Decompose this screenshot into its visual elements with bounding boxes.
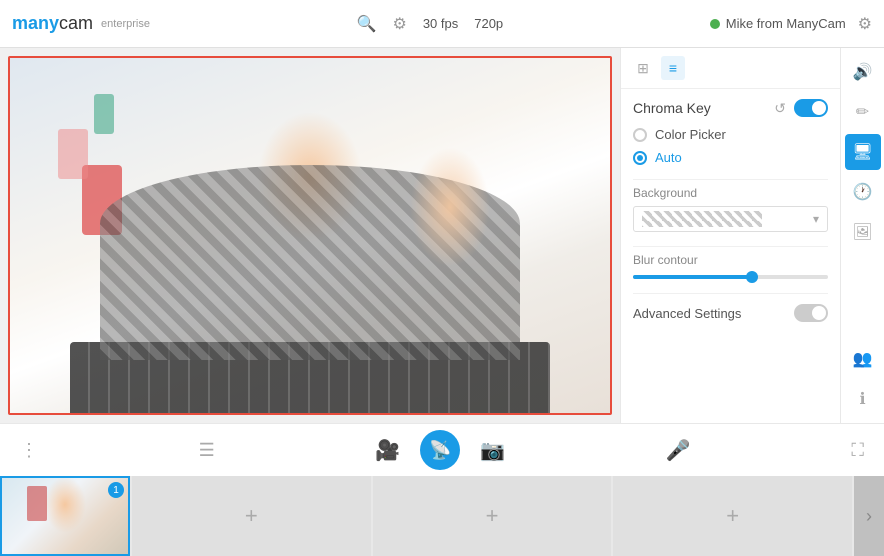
video-preview [8, 56, 612, 415]
blur-slider-track[interactable] [633, 275, 828, 279]
ctrl-center: 🎥 📡 📷 [375, 430, 505, 470]
sidebar-volume-icon[interactable]: 🔊 [845, 54, 881, 90]
panel-grid-icons: ⊞ ≡ [631, 56, 685, 80]
advanced-label: Advanced Settings [633, 306, 741, 321]
color-picker-radio[interactable] [633, 128, 647, 142]
blur-slider-fill [633, 275, 750, 279]
radio-group: Color Picker Auto [633, 127, 828, 165]
advanced-section: Advanced Settings [633, 300, 828, 322]
color-picker-option[interactable]: Color Picker [633, 127, 828, 142]
list-icon[interactable]: ☰ [199, 440, 215, 461]
main-area: ⊞ ≡ Chroma Key ↺ Color Picker [0, 48, 884, 423]
background-selector[interactable]: ▾ [633, 206, 828, 232]
right-sidebar: 🔊 ✏ 🖥 🕐 🖼 👥 ℹ [840, 48, 884, 423]
menu-icon[interactable]: ⋮ [20, 440, 38, 461]
background-section: Background ▾ [633, 186, 828, 232]
source-add-2[interactable]: + [373, 476, 612, 556]
chroma-controls: ↺ [774, 99, 828, 117]
topbar-center: 🔍 ⚙ 30 fps 720p [357, 14, 504, 34]
source-add-1[interactable]: + [132, 476, 371, 556]
panel-list-icon[interactable]: ≡ [661, 56, 685, 80]
topbar-right: Mike from ManyCam ⚙ [710, 14, 872, 34]
chroma-title: Chroma Key [633, 100, 711, 116]
expand-button[interactable]: ⛶ [851, 440, 864, 461]
background-checker [642, 211, 762, 227]
logo-enterprise: enterprise [101, 18, 150, 30]
source-strip: 1 + + + › [0, 476, 884, 556]
source-add-3[interactable]: + [613, 476, 852, 556]
source-badge-1: 1 [108, 482, 124, 498]
user-status-dot [710, 19, 720, 29]
live-button[interactable]: 📡 [420, 430, 460, 470]
blur-slider-thumb[interactable] [746, 271, 758, 283]
blur-section: Blur contour [633, 253, 828, 279]
chroma-section: Chroma Key ↺ Color Picker Auto [621, 89, 840, 332]
gear-icon[interactable]: ⚙ [858, 14, 872, 34]
auto-radio[interactable] [633, 151, 647, 165]
sidebar-screen-icon[interactable]: 🖥 [845, 134, 881, 170]
camera-button[interactable]: 🎥 [375, 438, 400, 463]
auto-option[interactable]: Auto [633, 150, 828, 165]
user-info: Mike from ManyCam [710, 16, 846, 31]
divider-1 [633, 179, 828, 180]
topbar: manycam enterprise 🔍 ⚙ 30 fps 720p Mike … [0, 0, 884, 48]
divider-2 [633, 246, 828, 247]
logo: manycam [12, 13, 93, 34]
topbar-left: manycam enterprise [12, 13, 150, 34]
source-thumb-1[interactable]: 1 [0, 476, 130, 556]
user-name: Mike from ManyCam [726, 16, 846, 31]
resolution-badge: 720p [474, 16, 503, 31]
advanced-toggle[interactable] [794, 304, 828, 322]
sidebar-users-icon[interactable]: 👥 [845, 341, 881, 377]
bottom-controls: ⋮ ☰ 🎥 📡 📷 🎤 ⛶ 1 + + + › [0, 423, 884, 556]
sidebar-draw-icon[interactable]: ✏ [845, 94, 881, 130]
right-panel: ⊞ ≡ Chroma Key ↺ Color Picker [620, 48, 840, 423]
sidebar-clock-icon[interactable]: 🕐 [845, 174, 881, 210]
chroma-toggle[interactable] [794, 99, 828, 117]
control-bar: ⋮ ☰ 🎥 📡 📷 🎤 ⛶ [0, 424, 884, 476]
sidebar-info-icon[interactable]: ℹ [845, 381, 881, 417]
divider-3 [633, 293, 828, 294]
grid-icon[interactable]: ⊞ [631, 56, 655, 80]
auto-label: Auto [655, 150, 682, 165]
mic-button[interactable]: 🎤 [666, 438, 691, 463]
zoom-icon[interactable]: 🔍 [357, 14, 377, 34]
reset-button[interactable]: ↺ [774, 100, 786, 117]
sidebar-image-icon[interactable]: 🖼 [845, 214, 881, 250]
settings-icon[interactable]: ⚙ [392, 14, 406, 34]
photo-button[interactable]: 📷 [480, 438, 505, 463]
blur-label: Blur contour [633, 253, 828, 267]
color-picker-label: Color Picker [655, 127, 726, 142]
panel-top-icons: ⊞ ≡ [621, 48, 840, 89]
chroma-header: Chroma Key ↺ [633, 99, 828, 117]
fps-badge: 30 fps [423, 16, 458, 31]
chevron-down-icon: ▾ [813, 212, 819, 226]
source-next-button[interactable]: › [854, 476, 884, 556]
video-bg [10, 58, 610, 413]
background-label: Background [633, 186, 828, 200]
